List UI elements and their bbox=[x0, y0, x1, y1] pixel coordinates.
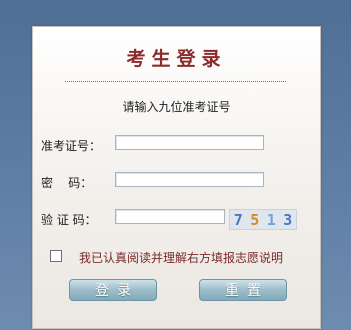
captcha-image[interactable]: 7 5 1 3 bbox=[229, 209, 297, 230]
title-divider bbox=[65, 81, 286, 82]
captcha-char: 3 bbox=[283, 210, 293, 229]
login-button[interactable]: 登录 bbox=[69, 279, 157, 301]
agree-checkbox[interactable] bbox=[50, 250, 62, 262]
exam-id-hint: 请输入九位准考证号 bbox=[122, 100, 231, 114]
login-panel: 考生登录 请输入九位准考证号 准考证号： 密 码： 验 证 码： 7 5 1 3… bbox=[32, 26, 321, 329]
page-title: 考生登录 bbox=[126, 48, 227, 70]
captcha-char: 1 bbox=[266, 210, 276, 229]
reset-button[interactable]: 重置 bbox=[199, 279, 287, 301]
captcha-label: 验 证 码： bbox=[41, 213, 97, 227]
captcha-input[interactable] bbox=[115, 209, 225, 224]
captcha-char: 7 bbox=[233, 210, 243, 229]
exam-id-label: 准考证号： bbox=[41, 139, 102, 153]
exam-id-input[interactable] bbox=[115, 135, 264, 150]
password-input[interactable] bbox=[115, 172, 264, 187]
captcha-char: 5 bbox=[250, 210, 260, 229]
agree-text: 我已认真阅读并理解右方填报志愿说明 bbox=[79, 251, 284, 265]
password-label: 密 码： bbox=[41, 176, 93, 190]
